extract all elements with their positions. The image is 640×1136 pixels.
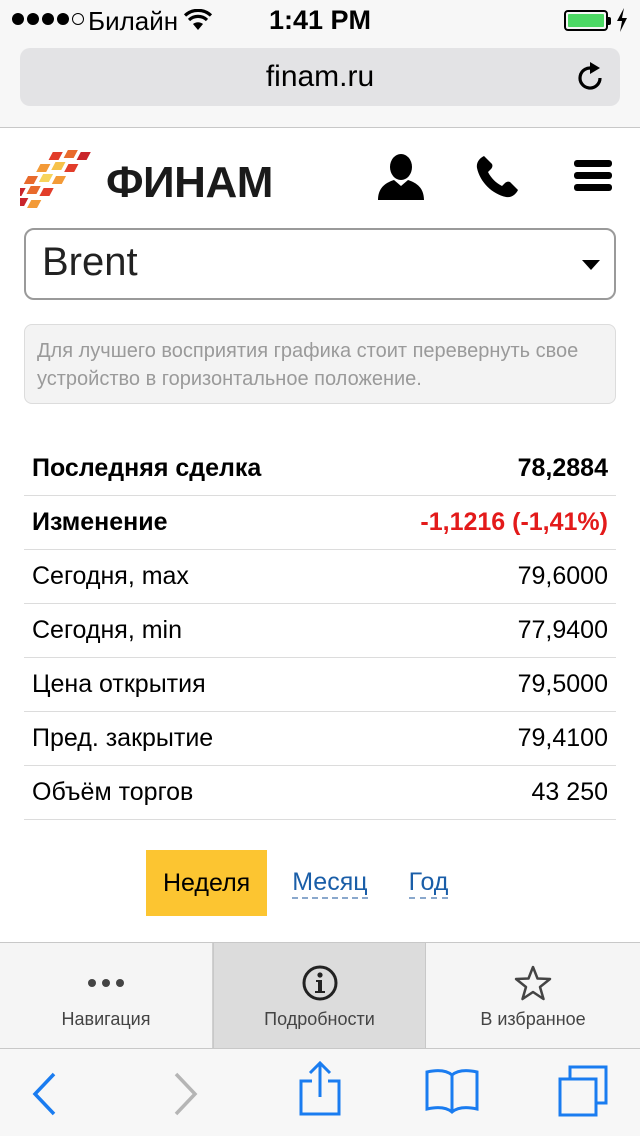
- tab-label: Навигация: [61, 1009, 151, 1029]
- forward-icon[interactable]: [172, 1071, 200, 1117]
- browser-address-area: finam.ru: [0, 40, 640, 128]
- clock: 1:41 PM: [268, 5, 372, 35]
- chevron-down-icon: [582, 260, 600, 270]
- row-value: 79,5000: [517, 670, 608, 698]
- tab-favorites[interactable]: В избранное: [426, 943, 640, 1048]
- row-label: Пред. закрытие: [32, 724, 214, 752]
- share-icon[interactable]: [298, 1061, 342, 1117]
- tabs-icon[interactable]: [556, 1065, 610, 1119]
- table-row: Сегодня, max 79,6000: [24, 550, 616, 604]
- safari-toolbar: [0, 1048, 640, 1136]
- bookmarks-icon[interactable]: [424, 1067, 480, 1115]
- table-row: Цена открытия 79,5000: [24, 658, 616, 712]
- tab-label: В избранное: [480, 1009, 586, 1029]
- row-label: Сегодня, min: [32, 616, 182, 644]
- more-dots-icon: [88, 979, 124, 987]
- row-value: 79,4100: [517, 724, 608, 752]
- table-row: Сегодня, min 77,9400: [24, 604, 616, 658]
- address-bar[interactable]: finam.ru: [20, 48, 620, 106]
- row-value: 43 250: [531, 778, 608, 806]
- table-row: Последняя сделка 78,2884: [24, 442, 616, 496]
- row-value: 78,2884: [517, 454, 608, 482]
- tab-month[interactable]: Месяц: [292, 867, 368, 899]
- back-icon[interactable]: [30, 1071, 58, 1117]
- star-icon: [514, 965, 552, 1001]
- row-label: Объём торгов: [32, 778, 194, 806]
- row-value: 77,9400: [517, 616, 608, 644]
- charging-icon: [617, 8, 627, 32]
- site-header: ФИНАМ: [0, 128, 640, 232]
- site-tabbar: Навигация Подробности В избранное: [0, 942, 640, 1048]
- url-text: finam.ru: [265, 60, 375, 93]
- phone-icon[interactable]: [474, 154, 520, 200]
- menu-icon[interactable]: [574, 160, 612, 192]
- row-label: Последняя сделка: [32, 454, 262, 482]
- row-label: Изменение: [32, 508, 168, 536]
- row-label: Сегодня, max: [32, 562, 189, 590]
- reload-icon[interactable]: [576, 61, 606, 93]
- row-value: 79,6000: [517, 562, 608, 590]
- instrument-select-value: Brent: [42, 240, 138, 284]
- tab-details[interactable]: Подробности: [213, 943, 426, 1048]
- tab-year[interactable]: Год: [408, 867, 449, 899]
- instrument-select[interactable]: Brent: [24, 228, 616, 300]
- table-row: Изменение -1,1216 (-1,41%): [24, 496, 616, 550]
- finam-logo-icon[interactable]: [20, 146, 94, 212]
- user-icon[interactable]: [376, 152, 426, 202]
- table-row: Объём торгов 43 250: [24, 766, 616, 820]
- tab-navigation[interactable]: Навигация: [0, 943, 213, 1048]
- info-icon: [302, 965, 337, 1001]
- period-tabs: Неделя Месяц Год: [146, 850, 465, 916]
- row-value: -1,1216 (-1,41%): [420, 508, 608, 536]
- table-row: Пред. закрытие 79,4100: [24, 712, 616, 766]
- tab-label: Подробности: [264, 1009, 375, 1029]
- battery-icon: [564, 10, 608, 31]
- finam-logo-text: ФИНАМ: [106, 158, 273, 207]
- rotate-hint: Для лучшего восприятия графика стоит пер…: [24, 324, 616, 404]
- status-bar: Билайн 1:41 PM: [0, 0, 640, 40]
- tab-week[interactable]: Неделя: [146, 850, 268, 916]
- quote-table: Последняя сделка 78,2884 Изменение -1,12…: [24, 442, 616, 820]
- row-label: Цена открытия: [32, 670, 206, 698]
